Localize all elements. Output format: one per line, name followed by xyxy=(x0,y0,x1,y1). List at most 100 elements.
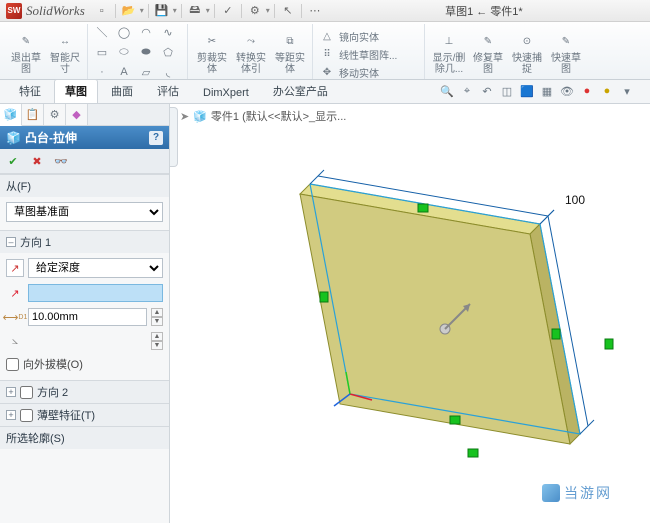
view-orient-icon[interactable]: 🟦 xyxy=(518,82,536,100)
settings-icon[interactable]: ▾ xyxy=(618,82,636,100)
convert-icon: ⤳ xyxy=(240,30,262,52)
move-icon[interactable]: ✥ xyxy=(319,64,335,80)
section-contours: 所选轮廓(S) xyxy=(0,426,169,449)
relation-icon[interactable] xyxy=(450,416,460,424)
smart-dimension-button[interactable]: ↔ 智能尺 寸 xyxy=(47,28,83,75)
rapid-sketch-button[interactable]: ✎快速草 图 xyxy=(548,28,584,75)
from-select[interactable]: 草图基准面 xyxy=(6,202,163,222)
spinner-down-icon[interactable]: ▼ xyxy=(151,317,163,326)
point-icon[interactable]: · xyxy=(94,64,110,80)
heads-up-toolbar: 🔍 ⌖ ↶ ◫ 🟦 ▦ 👁 ● ● ▾ xyxy=(438,82,636,100)
rect-icon[interactable]: ▭ xyxy=(94,44,110,60)
open-icon[interactable]: 📂 xyxy=(120,2,138,20)
command-tabs: 特征 草图 曲面 评估 DimXpert 办公室产品 🔍 ⌖ ↶ ◫ 🟦 ▦ 👁… xyxy=(0,80,650,104)
depth-icon[interactable]: ⟷D1 xyxy=(6,308,24,326)
line-icon[interactable]: ＼ xyxy=(94,24,110,40)
panel-tabs: 🧊 📋 ⚙ ◆ xyxy=(0,104,169,126)
watermark-icon xyxy=(542,484,560,502)
viewport[interactable]: ➤ 🧊 零件1 (默认<<默认>_显示... xyxy=(170,104,650,523)
tab-features[interactable]: 特征 xyxy=(8,79,52,103)
pattern-icon[interactable]: ⠿ xyxy=(319,46,335,62)
repair-sketch-button[interactable]: ✎修复草 图 xyxy=(470,28,506,75)
text-icon[interactable]: A xyxy=(116,64,132,80)
section-icon[interactable]: ◫ xyxy=(498,82,516,100)
cancel-button[interactable]: ✖ xyxy=(28,152,46,170)
print-icon[interactable]: 🖴 xyxy=(186,2,204,20)
preview-button[interactable]: 👓 xyxy=(52,152,70,170)
trim-button[interactable]: ✂剪裁实 体 xyxy=(194,28,230,75)
convert-button[interactable]: ⤳转换实 体引 xyxy=(233,28,269,75)
spline-icon[interactable]: ∿ xyxy=(160,24,176,40)
plane-icon[interactable]: ▱ xyxy=(138,64,154,80)
section-from-header[interactable]: 从(F) xyxy=(0,175,169,197)
section-dir1-header[interactable]: –方向 1 xyxy=(0,231,169,253)
zoom-fit-icon[interactable]: 🔍 xyxy=(438,82,456,100)
relation-icon[interactable] xyxy=(605,339,613,349)
exit-sketch-button[interactable]: ✎ 退出草 图 xyxy=(8,28,44,75)
tab-office[interactable]: 办公室产品 xyxy=(262,79,339,103)
ribbon-label: 移动实体 xyxy=(339,65,379,80)
relations-icon: ⊥ xyxy=(438,30,460,52)
mirror-icon[interactable]: △ xyxy=(319,28,335,44)
main-area: 🧊 📋 ⚙ ◆ 🧊凸台-拉伸 ? ✔ ✖ 👓 从(F) 草图基准面 –方向 1 xyxy=(0,104,650,523)
property-tab[interactable]: 📋 xyxy=(22,104,44,125)
tab-sketch[interactable]: 草图 xyxy=(54,79,98,103)
snap-icon: ⊙ xyxy=(516,30,538,52)
save-icon[interactable]: 💾 xyxy=(153,2,171,20)
relation-icon[interactable] xyxy=(468,449,478,457)
relation-icon[interactable] xyxy=(320,292,328,302)
more-icon[interactable]: ⋯ xyxy=(306,2,324,20)
model-canvas[interactable]: 100 xyxy=(170,104,650,523)
tab-dimxpert[interactable]: DimXpert xyxy=(192,83,260,103)
tab-evaluate[interactable]: 评估 xyxy=(146,79,190,103)
options-icon[interactable]: ⚙ xyxy=(246,2,264,20)
dir2-enable-checkbox[interactable] xyxy=(20,386,33,399)
quick-snap-button[interactable]: ⊙快速捕 捉 xyxy=(509,28,545,75)
feature-tree-tab[interactable]: 🧊 xyxy=(0,104,22,126)
polygon-icon[interactable]: ⬠ xyxy=(160,44,176,60)
help-button[interactable]: ? xyxy=(149,131,163,145)
section-dir2-header[interactable]: +方向 2 xyxy=(0,381,169,403)
slot-icon[interactable]: ⬬ xyxy=(138,44,154,60)
new-icon[interactable]: ▫ xyxy=(93,2,111,20)
config-tab[interactable]: ⚙ xyxy=(44,104,66,125)
scene-icon[interactable]: ● xyxy=(598,82,616,100)
tab-surface[interactable]: 曲面 xyxy=(100,79,144,103)
draft-icon[interactable]: ⦣ xyxy=(6,332,24,350)
relation-icon[interactable] xyxy=(418,204,428,212)
display-style-icon[interactable]: ▦ xyxy=(538,82,556,100)
ellipse-icon[interactable]: ⬭ xyxy=(116,44,132,60)
spinner-up-icon[interactable]: ▲ xyxy=(151,332,163,341)
ok-button[interactable]: ✔ xyxy=(4,152,22,170)
section-contours-header[interactable]: 所选轮廓(S) xyxy=(0,427,169,449)
hide-show-icon[interactable]: 👁 xyxy=(558,82,576,100)
display-tab[interactable]: ◆ xyxy=(66,104,88,125)
zoom-area-icon[interactable]: ⌖ xyxy=(458,82,476,100)
arc-icon[interactable]: ◠ xyxy=(138,24,154,40)
spinner-up-icon[interactable]: ▲ xyxy=(151,308,163,317)
reverse-direction-icon[interactable]: ↗ xyxy=(6,259,24,277)
prev-view-icon[interactable]: ↶ xyxy=(478,82,496,100)
depth-input[interactable] xyxy=(28,308,147,326)
direction-input[interactable] xyxy=(28,284,163,302)
end-condition-select[interactable]: 给定深度 xyxy=(28,258,163,278)
circle-icon[interactable]: ◯ xyxy=(116,24,132,40)
feature-name: 凸台-拉伸 xyxy=(25,129,77,146)
feature-actions: ✔ ✖ 👓 xyxy=(0,149,169,174)
rebuild-icon[interactable]: ✓ xyxy=(219,2,237,20)
offset-button[interactable]: ⧉等距实 体 xyxy=(272,28,308,75)
thin-enable-checkbox[interactable] xyxy=(20,409,33,422)
fillet-icon[interactable]: ◟ xyxy=(160,64,176,80)
direction-icon[interactable]: ↗ xyxy=(6,284,24,302)
title-bar: SW SolidWorks ▫ 📂▾ 💾▾ 🖴▾ ✓ ⚙▾ ↖ ⋯ 草图1 ← … xyxy=(0,0,650,22)
show-delete-button[interactable]: ⊥显示/删 除几... xyxy=(431,28,467,75)
appearance-icon[interactable]: ● xyxy=(578,82,596,100)
select-icon[interactable]: ↖ xyxy=(279,2,297,20)
checkbox-label: 向外拔模(O) xyxy=(23,356,83,372)
relation-icon[interactable] xyxy=(552,329,560,339)
section-thin-header[interactable]: +薄壁特征(T) xyxy=(0,404,169,426)
trim-icon: ✂ xyxy=(201,30,223,52)
spinner-down-icon[interactable]: ▼ xyxy=(151,341,163,350)
draft-outward-checkbox[interactable]: 向外拔模(O) xyxy=(6,356,163,372)
ribbon-label: 显示/删 除几... xyxy=(433,53,466,75)
